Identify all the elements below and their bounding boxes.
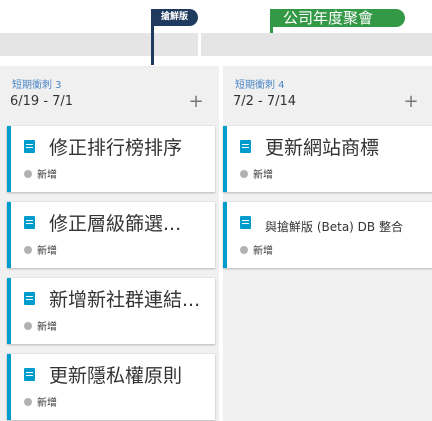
card-title[interactable]: 修正排行榜排序: [49, 136, 209, 160]
status-label: 新增: [37, 322, 57, 333]
card-title[interactable]: 修正層級篩選...: [49, 212, 209, 236]
sprint-column-3: 短期衝刺 3 6/19 - 7/1 + 修正排行榜排序 新增 修正層級篩選...…: [0, 66, 219, 421]
status-dot-icon: [240, 170, 248, 178]
status-dot-icon: [24, 398, 32, 406]
sprint-dates: 6/19 - 7/1: [10, 94, 74, 109]
work-item-card[interactable]: 新增新社群連結... 新增: [7, 278, 215, 344]
work-item-card[interactable]: 與搶鮮版 (Beta) DB 整合 新增: [223, 202, 432, 268]
add-item-button[interactable]: +: [187, 93, 205, 111]
document-icon: [24, 368, 35, 381]
status-dot-icon: [240, 246, 248, 254]
document-icon: [24, 140, 35, 153]
beta-marker-flag[interactable]: 搶鮮版: [153, 9, 199, 26]
document-icon: [240, 140, 251, 153]
work-item-card[interactable]: 更新隱私權原則 新增: [7, 354, 215, 420]
add-item-button[interactable]: +: [402, 93, 420, 111]
status-dot-icon: [24, 170, 32, 178]
card-title[interactable]: 與搶鮮版 (Beta) DB 整合: [265, 215, 431, 239]
sprint-dates: 7/2 - 7/14: [233, 94, 297, 109]
status-dot-icon: [24, 246, 32, 254]
status-label: 新增: [37, 398, 57, 409]
party-marker-flag[interactable]: 公司年度聚會: [271, 9, 405, 27]
status-label: 新增: [37, 246, 57, 257]
sprint-column-4: 短期衝刺 4 7/2 - 7/14 + 更新網站商標 新增 與搶鮮版 (Beta…: [223, 66, 432, 421]
work-item-card[interactable]: 更新網站商標 新增: [223, 126, 432, 192]
sprint-name[interactable]: 短期衝刺 3: [12, 76, 62, 91]
sprint-name[interactable]: 短期衝刺 4: [235, 76, 285, 91]
sprint-header: 短期衝刺 3 6/19 - 7/1 +: [0, 66, 219, 118]
document-icon: [24, 292, 35, 305]
status-label: 新增: [253, 246, 273, 257]
card-title[interactable]: 新增新社群連結...: [49, 288, 209, 312]
document-icon: [240, 216, 251, 229]
document-icon: [24, 216, 35, 229]
status-label: 新增: [253, 170, 273, 181]
status-dot-icon: [24, 322, 32, 330]
work-item-card[interactable]: 修正層級篩選... 新增: [7, 202, 215, 268]
timeline-bar-right: [201, 33, 432, 56]
work-item-card[interactable]: 修正排行榜排序 新增: [7, 126, 215, 192]
card-title[interactable]: 更新隱私權原則: [49, 364, 209, 388]
card-title[interactable]: 更新網站商標: [265, 136, 431, 160]
timeline-bar-left: [0, 33, 198, 56]
status-label: 新增: [37, 170, 57, 181]
sprint-header: 短期衝刺 4 7/2 - 7/14 +: [223, 66, 432, 118]
